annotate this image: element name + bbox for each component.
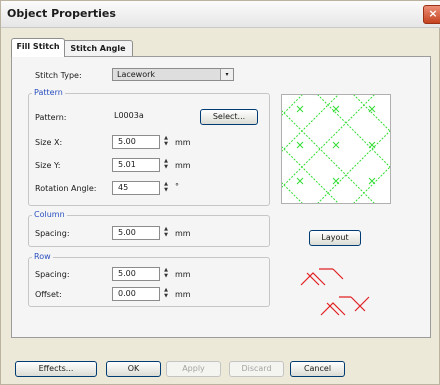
size-x-label: Size X: [35, 138, 63, 147]
rotation-angle-unit: ° [175, 182, 179, 191]
apply-button[interactable]: Apply [166, 361, 221, 377]
rotation-angle-spinner[interactable]: ▲ ▼ [161, 181, 171, 195]
size-y-input[interactable]: 5.01 [112, 158, 160, 172]
ok-button[interactable]: OK [106, 361, 161, 377]
row-layout-preview-icon [300, 268, 370, 316]
size-x-spinner[interactable]: ▲ ▼ [161, 135, 171, 149]
pattern-value: L0003a [112, 110, 188, 124]
discard-button[interactable]: Discard [229, 361, 284, 377]
cancel-button[interactable]: Cancel [290, 361, 345, 377]
size-y-spinner[interactable]: ▲ ▼ [161, 158, 171, 172]
row-spacing-label: Spacing: [35, 270, 70, 279]
column-spacing-spinner[interactable]: ▲ ▼ [161, 226, 171, 240]
title-bar: Object Properties × [1, 1, 440, 28]
row-offset-unit: mm [175, 290, 191, 299]
lacework-pattern-graphic [273, 86, 399, 212]
row-offset-spinner[interactable]: ▲ ▼ [161, 287, 171, 301]
size-y-unit: mm [175, 161, 191, 170]
close-button[interactable]: × [423, 5, 440, 24]
select-pattern-button[interactable]: Select... [200, 109, 258, 125]
chevron-down-icon[interactable]: ▾ [220, 69, 233, 80]
effects-button[interactable]: Effects... [15, 361, 97, 377]
size-y-label: Size Y: [35, 161, 61, 170]
rotation-angle-input[interactable]: 45 [112, 181, 160, 195]
stitch-type-label: Stitch Type: [35, 71, 82, 80]
row-spacing-input[interactable]: 5.00 [112, 267, 160, 281]
row-group-title: Row [32, 252, 53, 261]
stitch-type-select[interactable]: Lacework ▾ [112, 68, 234, 81]
layout-button[interactable]: Layout [309, 230, 361, 246]
stitch-pattern-preview [273, 86, 399, 212]
row-offset-label: Offset: [35, 290, 62, 299]
pattern-group-title: Pattern [32, 88, 65, 97]
column-spacing-label: Spacing: [35, 229, 70, 238]
column-group-title: Column [32, 210, 67, 219]
row-spacing-unit: mm [175, 270, 191, 279]
rotation-angle-label: Rotation Angle: [35, 184, 97, 193]
stitch-type-value: Lacework [117, 70, 156, 79]
tab-stitch-angle[interactable]: Stitch Angle [63, 40, 133, 56]
size-x-input[interactable]: 5.00 [112, 135, 160, 149]
column-spacing-unit: mm [175, 229, 191, 238]
object-properties-dialog: Object Properties × Fill Stitch Stitch A… [0, 0, 440, 385]
column-spacing-input[interactable]: 5.00 [112, 226, 160, 240]
pattern-label: Pattern: [35, 113, 67, 122]
row-offset-input[interactable]: 0.00 [112, 287, 160, 301]
size-x-unit: mm [175, 138, 191, 147]
dialog-title: Object Properties [7, 7, 116, 20]
tab-fill-stitch[interactable]: Fill Stitch [11, 38, 65, 57]
row-spacing-spinner[interactable]: ▲ ▼ [161, 267, 171, 281]
